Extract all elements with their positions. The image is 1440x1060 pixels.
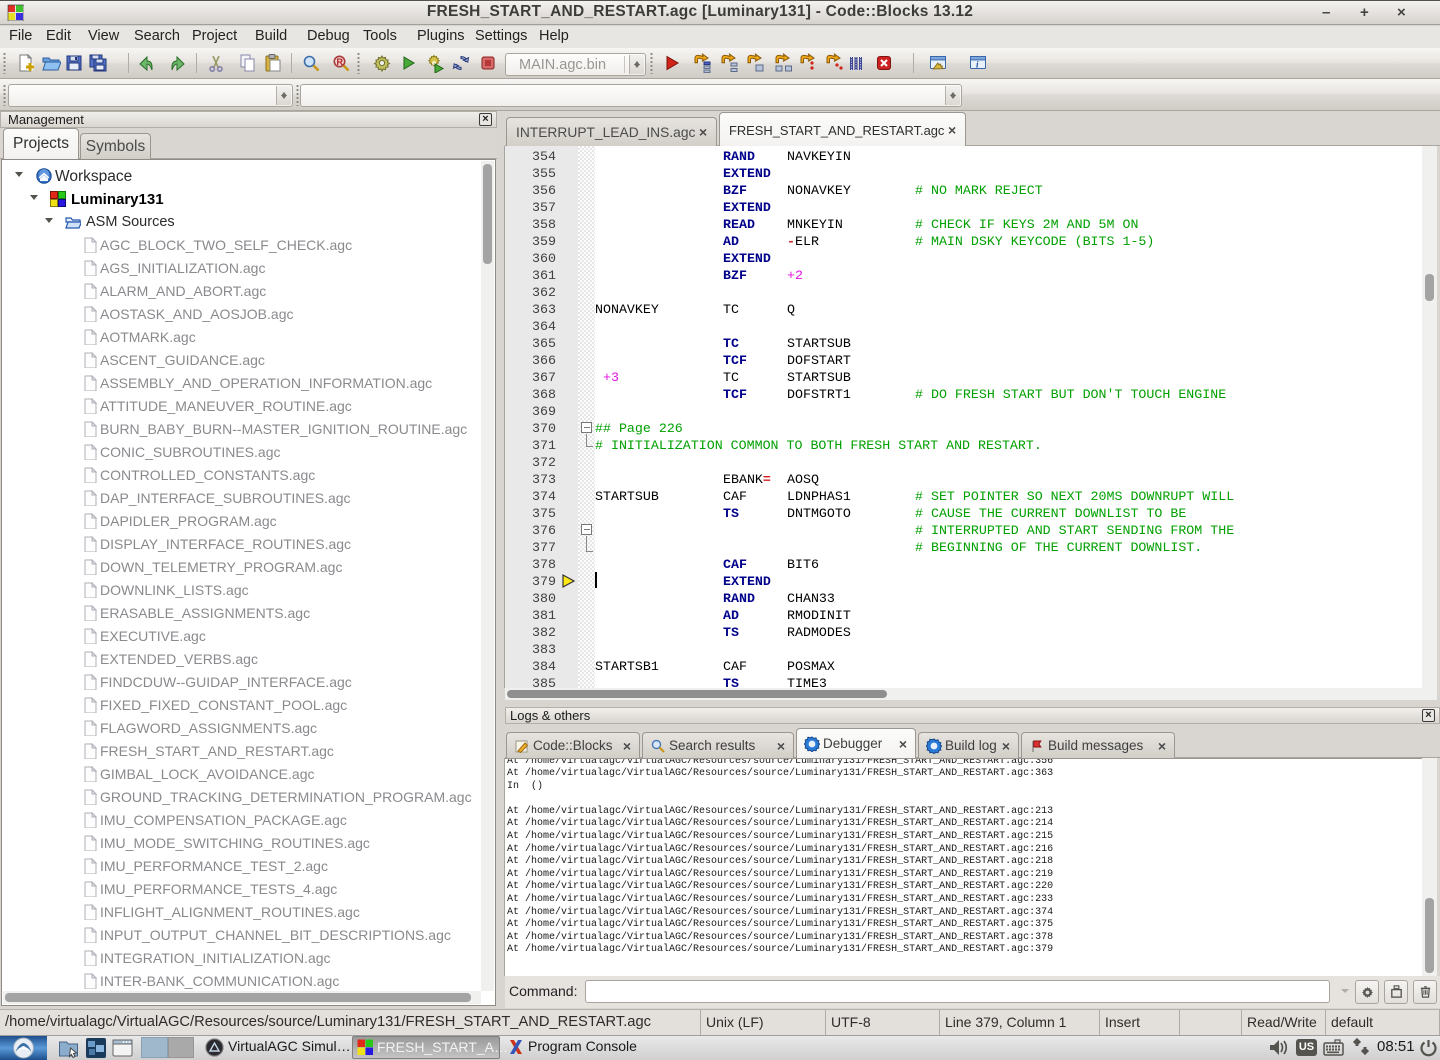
svg-text:R: R: [337, 57, 344, 67]
